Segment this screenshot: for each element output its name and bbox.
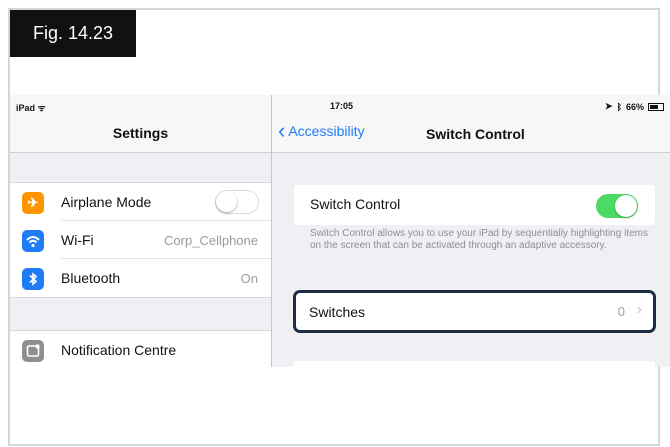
switches-label: Switches (309, 304, 366, 320)
back-button-label: Accessibility (288, 123, 365, 139)
switch-control-label: Switch Control (310, 196, 401, 212)
status-bar: iPad ᯤ 17:05 ➤ ᛒ 66% (10, 95, 670, 115)
bluetooth-status-icon: ᛒ (616, 101, 622, 112)
battery-icon (648, 102, 664, 111)
sidebar-item-label: Airplane Mode (61, 194, 152, 210)
page-title: Switch Control (426, 126, 525, 142)
bluetooth-status-value: On (240, 271, 258, 286)
sidebar-item-bluetooth[interactable]: Bluetooth On (10, 259, 271, 297)
settings-title: Settings (112, 125, 169, 141)
status-device: iPad ᯤ (16, 101, 46, 114)
wifi-icon (22, 230, 44, 252)
switches-count: 0 (617, 304, 625, 319)
sidebar-item-label: Notification Centre (61, 342, 177, 358)
battery-percent: 66% (625, 101, 644, 112)
toggle-knob (216, 191, 237, 212)
toggle-knob (615, 195, 637, 217)
chevron-left-icon: ‹ (278, 118, 286, 143)
ipad-screen: Settings ✈ Airplane Mode Wi-Fi Corp_Cell… (10, 95, 670, 367)
settings-group-connectivity: ✈ Airplane Mode Wi-Fi Corp_Cellphone Blu… (10, 182, 271, 298)
sidebar-item-label: Wi-Fi (61, 232, 94, 248)
switch-control-description: Switch Control allows you to use your iP… (310, 228, 648, 251)
chevron-right-icon: › (636, 301, 642, 318)
figure-label: Fig. 14.23 (10, 10, 136, 57)
switches-row[interactable]: Switches 0 › (293, 290, 656, 333)
sidebar-item-label: Bluetooth (61, 270, 121, 286)
switch-control-row: Switch Control (294, 185, 655, 225)
next-settings-card (294, 361, 655, 367)
notification-centre-icon (22, 340, 44, 362)
sidebar-item-notification-centre[interactable]: Notification Centre (10, 331, 271, 367)
location-arrow-icon: ➤ (605, 101, 613, 111)
switch-control-toggle[interactable] (596, 194, 638, 218)
wifi-icon: ᯤ (37, 103, 46, 113)
device-label: iPad (16, 103, 36, 113)
back-button[interactable]: ‹ Accessibility (278, 118, 365, 143)
sidebar-item-airplane-mode[interactable]: ✈ Airplane Mode (10, 183, 271, 221)
settings-group-notifications: Notification Centre (10, 330, 271, 367)
status-indicators: ➤ ᛒ 66% (605, 101, 664, 112)
settings-sidebar: Settings ✈ Airplane Mode Wi-Fi Corp_Cell… (10, 95, 271, 367)
status-time: 17:05 (330, 101, 354, 111)
bluetooth-icon (22, 268, 44, 290)
wifi-network-value: Corp_Cellphone (164, 233, 258, 248)
airplane-mode-toggle[interactable] (215, 190, 259, 214)
airplane-icon: ✈ (22, 192, 44, 214)
sidebar-item-wifi[interactable]: Wi-Fi Corp_Cellphone (10, 221, 271, 259)
